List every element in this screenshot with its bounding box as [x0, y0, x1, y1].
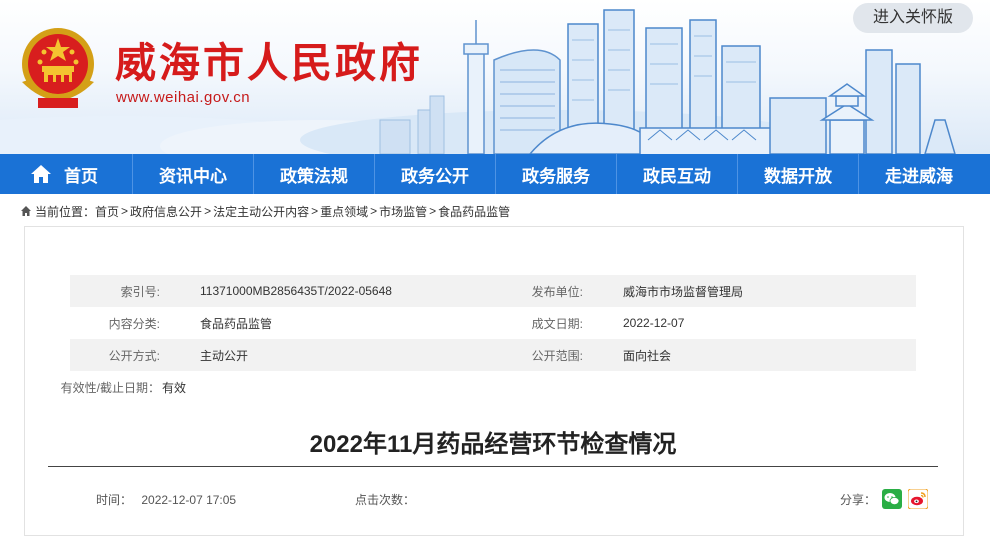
time-label: 时间： [96, 493, 133, 507]
location-home-icon [21, 206, 31, 216]
breadcrumb-prefix: 当前位置： [35, 204, 96, 219]
breadcrumb-separator: > [370, 204, 378, 218]
nav-item-about-weihai[interactable]: 走进威海 [859, 154, 979, 194]
meta-row: 公开方式: 主动公开 公开范围: 面向社会 [70, 339, 916, 371]
breadcrumb-item-statutory[interactable]: 法定主动公开内容 [213, 203, 309, 220]
breadcrumb-separator: > [121, 204, 129, 218]
click-count: 点击次数： [355, 491, 415, 508]
site-url: www.weihai.gov.cn [116, 89, 251, 106]
meta-row: 有效性/截止日期： 有效 [61, 371, 916, 403]
index-no-label: 索引号: [120, 284, 160, 299]
breadcrumb-item-market[interactable]: 市场监管 [379, 203, 427, 220]
scope-label: 公开范围: [531, 348, 583, 363]
breadcrumb-item-key-areas[interactable]: 重点领域 [320, 203, 368, 220]
meta-row: 索引号: 11371000MB2856435T/2022-05648 发布单位:… [70, 275, 916, 307]
date-value: 2022-12-07 [623, 316, 685, 330]
validity-value: 有效 [162, 380, 187, 395]
site-header: 威海市人民政府 www.weihai.gov.cn 进入关怀版 [0, 0, 990, 154]
method-label: 公开方式: [108, 348, 160, 363]
publisher-value: 威海市市场监督管理局 [623, 284, 744, 299]
share-label: 分享： [840, 492, 877, 507]
nav-item-open-data[interactable]: 数据开放 [738, 154, 858, 194]
nav-item-news[interactable]: 资讯中心 [133, 154, 253, 194]
validity-label: 有效性/截止日期： [60, 380, 160, 395]
nav-item-interaction[interactable]: 政民互动 [617, 154, 737, 194]
nav-item-gov-open[interactable]: 政务公开 [375, 154, 495, 194]
document-meta-table: 索引号: 11371000MB2856435T/2022-05648 发布单位:… [61, 275, 916, 403]
breadcrumb-separator: > [311, 204, 319, 218]
site-title: 威海市人民政府 [115, 39, 423, 87]
title-divider [48, 466, 938, 467]
date-label: 成文日期: [531, 316, 583, 331]
category-label: 内容分类: [108, 316, 160, 331]
main-nav: 首页 资讯中心 政策法规 政务公开 政务服务 政民互动 数据开放 走进威海 [0, 154, 990, 194]
nav-item-policy[interactable]: 政策法规 [254, 154, 374, 194]
article-title: 2022年11月药品经营环节检查情况 [309, 431, 677, 458]
method-value: 主动公开 [200, 348, 249, 363]
clicks-label: 点击次数： [355, 493, 416, 507]
breadcrumb-separator: > [204, 204, 212, 218]
nav-item-gov-service[interactable]: 政务服务 [496, 154, 616, 194]
publisher-label: 发布单位: [531, 284, 583, 299]
breadcrumb-item-gov-info[interactable]: 政府信息公开 [130, 203, 202, 220]
breadcrumb-item-food-drug[interactable]: 食品药品监管 [438, 203, 510, 220]
nav-item-home[interactable]: 首页 [0, 154, 132, 194]
home-icon [31, 165, 51, 183]
time-value: 2022-12-07 17:05 [141, 493, 237, 507]
breadcrumb-separator: > [429, 204, 437, 218]
share-bar: 分享： [840, 489, 929, 509]
breadcrumb-item-home[interactable]: 首页 [95, 203, 119, 220]
publish-time: 时间： 2022-12-07 17:05 [96, 491, 236, 508]
national-emblem-icon [22, 28, 94, 108]
index-no-value: 11371000MB2856435T/2022-05648 [200, 284, 392, 298]
care-version-button[interactable]: 进入关怀版 [853, 3, 973, 33]
scope-value: 面向社会 [623, 348, 672, 363]
weibo-share-icon[interactable] [908, 489, 929, 509]
meta-row: 内容分类: 食品药品监管 成文日期: 2022-12-07 [70, 307, 916, 339]
category-value: 食品药品监管 [200, 316, 273, 331]
breadcrumb: 当前位置： 首页 > 政府信息公开 > 法定主动公开内容 > 重点领域 > 市场… [20, 203, 510, 219]
wechat-share-icon[interactable] [882, 489, 903, 509]
nav-item-label: 首页 [64, 166, 98, 186]
